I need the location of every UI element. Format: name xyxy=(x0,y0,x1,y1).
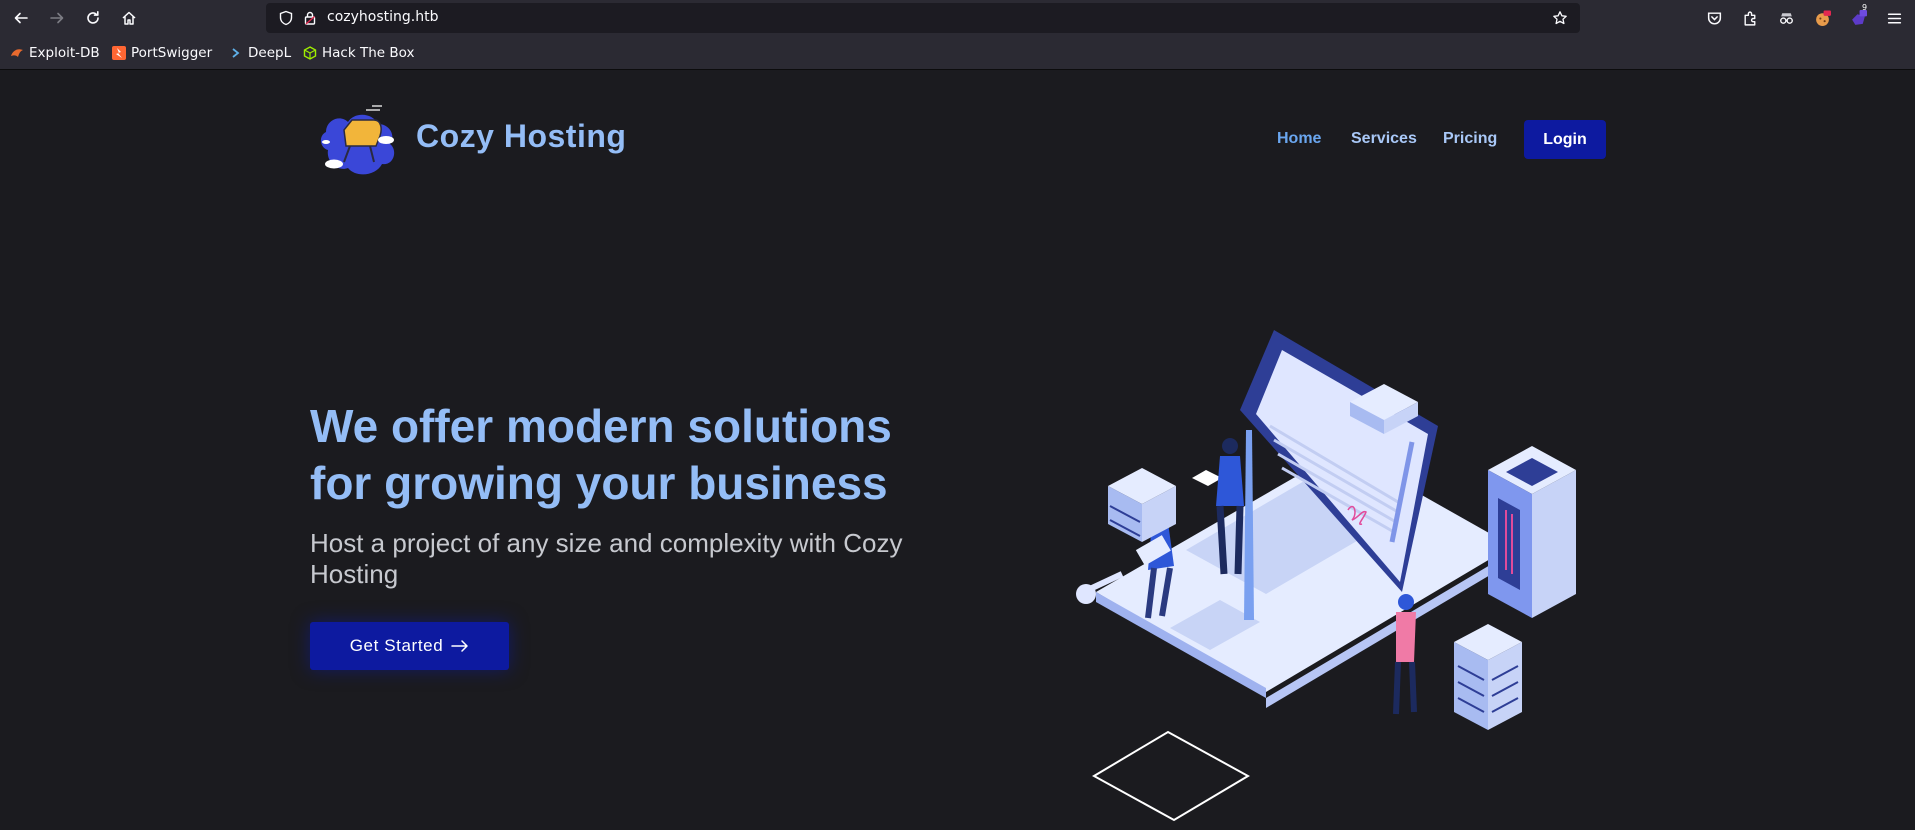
brand-name[interactable]: Cozy Hosting xyxy=(416,118,626,155)
lock-icon[interactable] xyxy=(302,10,318,26)
back-button[interactable] xyxy=(9,6,33,30)
back-arrow-icon xyxy=(14,12,28,24)
hero-illustration xyxy=(1076,330,1576,822)
hero-title: We offer modern solutions for growing yo… xyxy=(310,400,892,509)
cookie-extension-button[interactable] xyxy=(1810,6,1834,30)
page-content: Cozy Hosting Home Services Pricing Login… xyxy=(0,70,1915,822)
get-started-label: Get Started xyxy=(349,636,444,655)
bookmark-deepl[interactable]: DeepL xyxy=(229,44,291,62)
app-menu-button[interactable] xyxy=(1882,6,1906,30)
forward-arrow-icon xyxy=(50,12,64,24)
pocket-icon xyxy=(1707,11,1721,25)
url-bar[interactable]: cozyhosting.htb xyxy=(266,3,1580,33)
reload-button[interactable] xyxy=(81,6,105,30)
nav-home-link[interactable]: Home xyxy=(1277,130,1321,148)
hero-subtitle: Host a project of any size and complexit… xyxy=(310,528,903,589)
foxyproxy-icon xyxy=(1851,9,1867,25)
login-button[interactable]: Login xyxy=(1524,120,1606,159)
reload-icon xyxy=(87,11,99,24)
bookmark-label: PortSwigger xyxy=(131,45,213,61)
url-text[interactable]: cozyhosting.htb xyxy=(327,9,438,25)
bookmark-exploit-db[interactable]: Exploit-DB xyxy=(10,44,100,62)
bookmark-portswigger[interactable]: PortSwigger xyxy=(112,44,212,62)
hackthebox-icon xyxy=(303,46,317,60)
bookmark-star-icon[interactable] xyxy=(1552,10,1568,26)
puzzle-icon xyxy=(1743,11,1755,26)
nav-pricing-link[interactable]: Pricing xyxy=(1443,130,1497,148)
nav-services-link[interactable]: Services xyxy=(1351,130,1417,148)
exploitdb-icon xyxy=(11,49,23,57)
portswigger-icon xyxy=(112,46,126,60)
get-started-button[interactable]: Get Started xyxy=(310,622,509,670)
bookmarks-bar: Exploit-DB PortSwigger DeepL Hack The Bo… xyxy=(0,36,1915,70)
bookmark-hack-the-box[interactable]: Hack The Box xyxy=(303,44,414,62)
spy-glasses-icon xyxy=(1779,12,1793,24)
tracking-protection-shield-icon[interactable] xyxy=(278,10,294,26)
home-icon xyxy=(122,11,136,25)
extension-badge: 9 xyxy=(1862,3,1868,12)
extensions-button[interactable] xyxy=(1738,6,1762,30)
deepl-icon xyxy=(232,48,240,58)
cookie-icon xyxy=(1815,10,1831,26)
bookmark-label: Hack The Box xyxy=(322,45,415,61)
cozy-hosting-logo[interactable] xyxy=(314,100,406,180)
browser-toolbar: cozyhosting.htb 9 xyxy=(0,0,1915,36)
hamburger-menu-icon xyxy=(1887,12,1901,24)
foxyproxy-extension-button[interactable]: 9 xyxy=(1846,3,1870,30)
home-button[interactable] xyxy=(117,6,141,30)
spy-extension-button[interactable] xyxy=(1774,6,1798,30)
forward-button[interactable] xyxy=(45,6,69,30)
arrow-right-icon xyxy=(451,640,469,652)
bookmark-label: Exploit-DB xyxy=(29,45,100,61)
pocket-button[interactable] xyxy=(1702,6,1726,30)
bookmark-label: DeepL xyxy=(248,45,292,61)
